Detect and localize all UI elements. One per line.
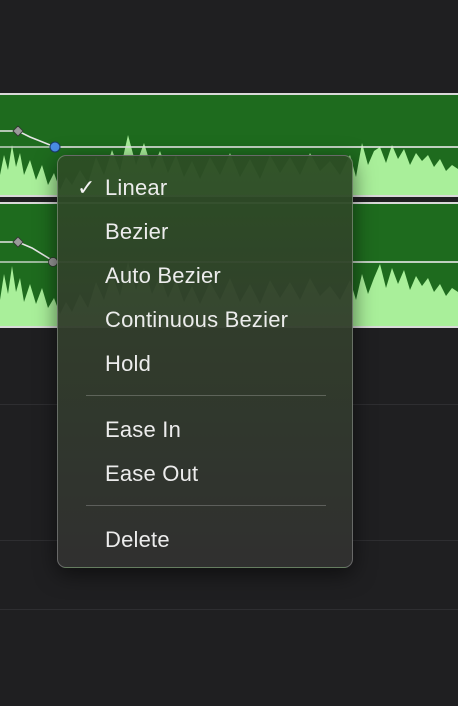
menu-item-hold[interactable]: Hold (58, 347, 352, 381)
menu-item-label: Linear (105, 175, 168, 200)
menu-separator (86, 395, 326, 396)
menu-item-ease-in[interactable]: Ease In (58, 413, 352, 447)
menu-item-label: Ease Out (105, 461, 199, 486)
checkmark-icon: ✓ (77, 175, 96, 200)
menu-item-label: Hold (105, 351, 152, 376)
menu-separator (86, 505, 326, 506)
keyframe-context-menu: ✓ Linear Bezier Auto Bezier Continuous B… (57, 155, 353, 568)
keyframe-diamond-lower (12, 236, 24, 248)
menu-item-bezier[interactable]: Bezier (58, 215, 352, 249)
menu-item-label: Delete (105, 527, 170, 552)
menu-item-continuous-bezier[interactable]: Continuous Bezier (58, 303, 352, 337)
keyframe-diamond (12, 125, 24, 137)
menu-item-label: Ease In (105, 417, 182, 442)
lane-divider (0, 609, 458, 610)
menu-item-label: Continuous Bezier (105, 307, 289, 332)
menu-item-ease-out[interactable]: Ease Out (58, 457, 352, 491)
keyframe-selected (49, 141, 61, 153)
menu-item-linear[interactable]: ✓ Linear (58, 171, 352, 205)
menu-item-label: Auto Bezier (105, 263, 221, 288)
menu-item-label: Bezier (105, 219, 169, 244)
menu-item-delete[interactable]: Delete (58, 523, 352, 557)
menu-item-auto-bezier[interactable]: Auto Bezier (58, 259, 352, 293)
